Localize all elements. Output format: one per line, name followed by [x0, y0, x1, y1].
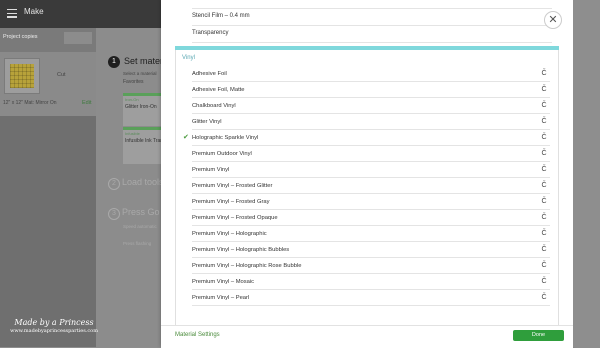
- material-list-item[interactable]: Glitter Vinyl Č: [192, 114, 550, 130]
- pressure-settings-icon[interactable]: Č: [538, 84, 550, 96]
- step1-title: Set material: [124, 56, 161, 66]
- mat-size-label: 12" x 12" Mat: Mirror On: [3, 100, 57, 106]
- step1-number: 1: [108, 56, 120, 68]
- pressure-settings-icon[interactable]: Č: [538, 196, 550, 208]
- pressure-settings-icon[interactable]: Č: [538, 148, 550, 160]
- done-button[interactable]: Done: [513, 330, 564, 341]
- pressure-settings-icon[interactable]: Č: [538, 260, 550, 272]
- step2-title: Load tools and: [122, 177, 161, 187]
- material-list-item[interactable]: Premium Vinyl – Frosted Gray Č: [192, 194, 550, 210]
- modal-footer: Material Settings Done: [161, 325, 573, 348]
- app-title: Make: [24, 7, 44, 16]
- favorite-card-name: Glitter Iron-On: [125, 104, 157, 110]
- favorite-card[interactable]: Iron-On Glitter Iron-On: [123, 93, 161, 126]
- step1-desc: Select a material: [123, 71, 157, 76]
- material-label: Premium Vinyl – Holographic: [192, 231, 267, 237]
- material-label: Premium Vinyl – Frosted Glitter: [192, 183, 273, 189]
- checkmark-icon: ✔: [183, 134, 189, 141]
- mat-card[interactable]: Cut 12" x 12" Mat: Mirror On Edit: [0, 52, 96, 116]
- material-list-item[interactable]: Premium Vinyl Č: [192, 162, 550, 178]
- pressure-settings-icon[interactable]: Č: [538, 276, 550, 288]
- center-panel: 1 Set material Select a material Favorit…: [96, 28, 161, 347]
- material-list-item[interactable]: Premium Vinyl – Frosted Glitter Č: [192, 178, 550, 194]
- material-label: Premium Vinyl: [192, 167, 230, 173]
- material-list-item[interactable]: Premium Vinyl – Frosted Opaque Č: [192, 210, 550, 226]
- close-icon[interactable]: ✕: [544, 11, 562, 29]
- watermark-url: www.madebyaprincessparties.com: [10, 328, 98, 334]
- step2-number: 2: [108, 178, 120, 190]
- mat-edit-link[interactable]: Edit: [82, 100, 91, 106]
- project-copies-bar: Project copies: [0, 28, 96, 52]
- material-list-item[interactable]: Premium Vinyl – Holographic Bubbles Č: [192, 242, 550, 258]
- material-list-item[interactable]: Chalkboard Vinyl Č: [192, 98, 550, 114]
- mat-thumbnail: [4, 58, 40, 94]
- project-copies-input[interactable]: [64, 32, 92, 44]
- watermark: Made by a Princess www.madebyaprincesspa…: [6, 318, 102, 334]
- watermark-title: Made by a Princess: [14, 318, 94, 327]
- favorite-card-tag: Infusible: [125, 131, 140, 136]
- material-settings-link[interactable]: Material Settings: [175, 332, 220, 338]
- step3-title: Press Go: [122, 207, 160, 217]
- material-list-item[interactable]: Premium Vinyl – Mosaic Č: [192, 274, 550, 290]
- pressure-settings-icon[interactable]: Č: [538, 228, 550, 240]
- material-list-item[interactable]: Premium Vinyl – Holographic Č: [192, 226, 550, 242]
- project-copies-label: Project copies: [3, 34, 38, 40]
- pressure-settings-icon[interactable]: Č: [538, 164, 550, 176]
- pressure-settings-icon[interactable]: Č: [538, 116, 550, 128]
- material-label: Premium Outdoor Vinyl: [192, 151, 252, 157]
- pressure-settings-icon[interactable]: Č: [538, 132, 550, 144]
- material-label: Premium Vinyl – Mosaic: [192, 279, 255, 285]
- material-list-item[interactable]: Premium Vinyl – Holographic Rose Bubble Č: [192, 258, 550, 274]
- pressure-settings-icon[interactable]: Č: [538, 244, 550, 256]
- material-list: Adhesive Foil Č Adhesive Foil, Matte Č Chalk…: [176, 66, 558, 306]
- favorite-card-name: Infusible Ink Transfer Sheet: [125, 138, 161, 144]
- pressure-settings-icon[interactable]: Č: [538, 212, 550, 224]
- favorite-card-tag: Iron-On: [125, 97, 139, 102]
- material-row[interactable]: Transparency: [192, 25, 552, 43]
- material-list-item[interactable]: ✔ Holographic Sparkle Vinyl Č: [183, 130, 550, 146]
- material-label: Premium Vinyl – Frosted Gray: [192, 199, 270, 205]
- step3-number: 3: [108, 208, 120, 220]
- backdrop: [573, 0, 600, 347]
- material-label: Premium Vinyl – Holographic Bubbles: [192, 247, 290, 253]
- material-label: Adhesive Foil: [192, 71, 227, 77]
- material-list-item[interactable]: Adhesive Foil, Matte Č: [192, 82, 550, 98]
- step3-desc: Speed automatic: [123, 224, 157, 229]
- material-label: Premium Vinyl – Pearl: [192, 295, 250, 301]
- vinyl-section: Vinyl Adhesive Foil Č Adhesive Foil, Matte…: [175, 50, 559, 326]
- material-label: Holographic Sparkle Vinyl: [192, 135, 259, 141]
- material-modal: Foil Acetate Stencil Film – 0.4 mm Trans…: [161, 0, 577, 348]
- pressure-settings-icon[interactable]: Č: [538, 180, 550, 192]
- material-label: Glitter Vinyl: [192, 119, 222, 125]
- material-row[interactable]: Stencil Film – 0.4 mm: [192, 8, 552, 26]
- pressure-settings-icon[interactable]: Č: [538, 292, 550, 304]
- favorites-label: Favorites: [123, 79, 144, 85]
- favorite-card[interactable]: Infusible Infusible Ink Transfer Sheet: [123, 127, 161, 164]
- pressure-settings-icon[interactable]: Č: [538, 100, 550, 112]
- material-label: Chalkboard Vinyl: [192, 103, 236, 109]
- material-label: Premium Vinyl – Holographic Rose Bubble: [192, 263, 302, 269]
- material-list-item[interactable]: Premium Vinyl – Pearl Č: [192, 290, 550, 306]
- menu-icon[interactable]: [7, 9, 17, 18]
- left-panel: Project copies Cut 12" x 12" Mat: Mirror…: [0, 28, 96, 347]
- mat-cut-label: Cut: [57, 72, 66, 78]
- material-list-item[interactable]: Adhesive Foil Č: [192, 66, 550, 82]
- material-label: Premium Vinyl – Frosted Opaque: [192, 215, 278, 221]
- step3-note: Press flashing: [123, 241, 152, 246]
- section-title[interactable]: Vinyl: [182, 55, 195, 61]
- material-list-item[interactable]: Premium Outdoor Vinyl Č: [192, 146, 550, 162]
- pressure-settings-icon[interactable]: Č: [538, 68, 550, 80]
- material-label: Adhesive Foil, Matte: [192, 87, 245, 93]
